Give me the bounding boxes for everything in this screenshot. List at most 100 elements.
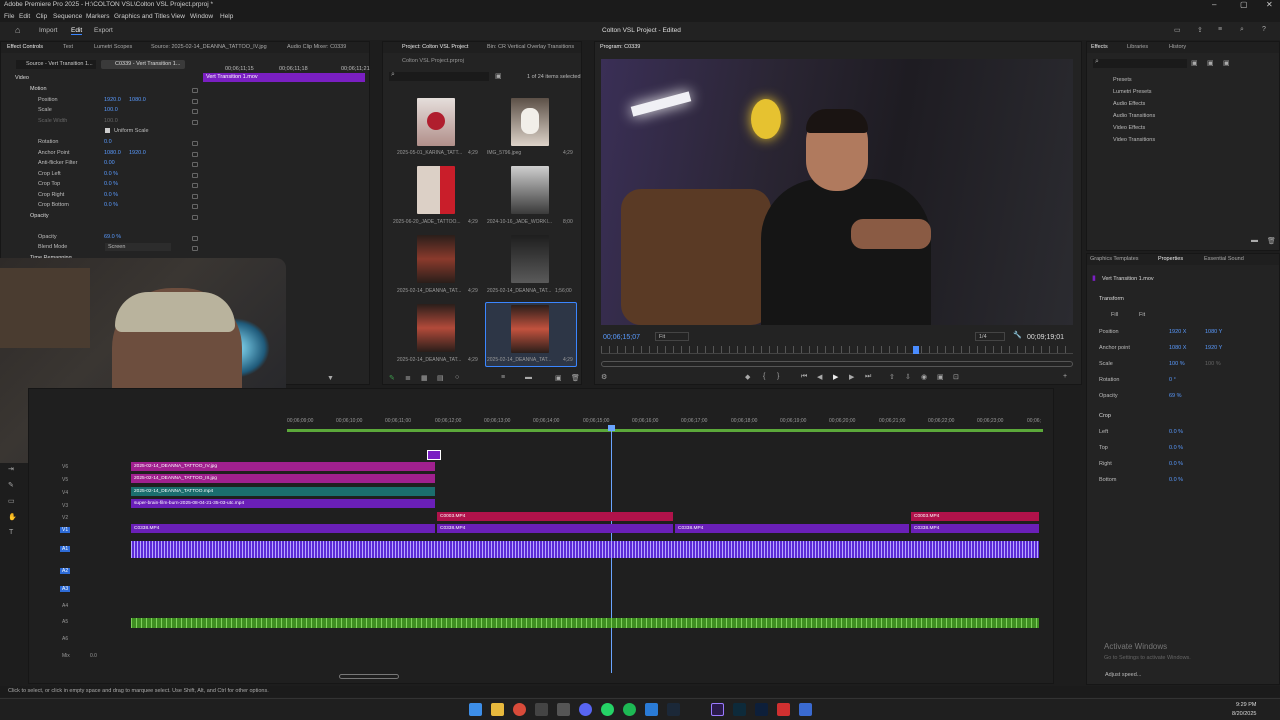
tab-graphics-templates[interactable]: Graphics Templates: [1090, 256, 1139, 262]
spotify-icon[interactable]: [623, 703, 636, 716]
reset-icon[interactable]: [192, 246, 198, 251]
search-icon[interactable]: ⌕: [1240, 26, 1244, 34]
maximize-icon[interactable]: ▢: [1240, 0, 1248, 9]
tab-lumetri-scopes[interactable]: Lumetri Scopes: [94, 44, 132, 50]
program-timecode[interactable]: 00;06;15;07: [603, 334, 640, 341]
program-video[interactable]: [601, 59, 1073, 325]
prop-anchor-y[interactable]: 1920 Y: [1205, 345, 1222, 351]
audio-clip-a5[interactable]: [131, 618, 1039, 628]
fx-rotation-value[interactable]: 0.0: [104, 139, 112, 145]
timeline-playhead-handle[interactable]: [608, 425, 615, 431]
home-icon[interactable]: ⌂: [15, 25, 20, 35]
effects-audio-effects[interactable]: Audio Effects: [1113, 101, 1145, 107]
close-icon[interactable]: ✕: [1266, 0, 1273, 9]
tab-effect-controls[interactable]: Effect Controls: [7, 44, 43, 50]
crop-header[interactable]: Crop: [1099, 413, 1111, 419]
clip-v6[interactable]: 2025-02-14_DEANNA_TATTOO_IV.jpg: [131, 462, 435, 471]
program-playhead[interactable]: [913, 346, 919, 354]
fullscreen-icon[interactable]: ▭: [1174, 26, 1181, 34]
item-name[interactable]: 2025-02-14_DEANNA_TAT...: [487, 288, 551, 294]
accelerated-icon[interactable]: ▣: [1191, 59, 1198, 67]
prop-opacity-value[interactable]: 69 %: [1169, 393, 1182, 399]
app-icon[interactable]: [777, 703, 790, 716]
program-ruler[interactable]: [601, 346, 1073, 354]
clip-v4[interactable]: 2025-02-14_DEANNA_TATTOO.mp4: [131, 487, 435, 496]
blend-mode-dropdown[interactable]: Screen: [105, 243, 171, 251]
settings-icon[interactable]: ⚙: [601, 373, 607, 381]
reset-icon[interactable]: [192, 109, 198, 114]
clip-v3[interactable]: super-brain-film-burn-2025-08-04-21-35-0…: [131, 499, 435, 508]
reset-icon[interactable]: [192, 173, 198, 178]
thumbnail[interactable]: [511, 98, 549, 146]
workspace-import[interactable]: Import: [39, 27, 57, 34]
icon-view-icon[interactable]: ▦: [421, 374, 428, 382]
fx-crop-top-value[interactable]: 0.0 %: [104, 181, 118, 187]
freeform-view-icon[interactable]: ▤: [437, 374, 444, 382]
reset-icon[interactable]: [192, 88, 198, 93]
clip-v1-c[interactable]: C0338.MP4: [675, 524, 909, 533]
trash-icon[interactable]: 🗑: [1267, 237, 1276, 245]
reset-icon[interactable]: [192, 152, 198, 157]
work-area-bar[interactable]: [287, 429, 1043, 432]
fx-scale-value[interactable]: 100.0: [104, 107, 118, 113]
go-to-out-icon[interactable]: ⏭: [865, 373, 871, 381]
fx-position-y[interactable]: 1080.0: [129, 97, 146, 103]
folder-icon[interactable]: ▬: [525, 374, 532, 381]
type-tool-icon[interactable]: T: [9, 529, 13, 536]
taskbar-date[interactable]: 8/20/2025: [1232, 711, 1256, 717]
lift-icon[interactable]: ⇧: [889, 373, 895, 381]
fill-button[interactable]: Fill: [1111, 312, 1118, 318]
track-v1[interactable]: V1: [60, 527, 71, 533]
menu-edit[interactable]: Edit: [19, 13, 30, 20]
premiere-icon[interactable]: [711, 703, 724, 716]
share-icon[interactable]: ⇪: [1197, 26, 1203, 34]
app-icon[interactable]: [535, 703, 548, 716]
fx-crop-left-value[interactable]: 0.0 %: [104, 171, 118, 177]
item-name[interactable]: 2025-02-14_DEANNA_TAT...: [397, 288, 461, 294]
item-name[interactable]: 2025-05-01_KARINA_TATT...: [397, 150, 462, 156]
effects-video-transitions[interactable]: Video Transitions: [1113, 137, 1155, 143]
wrench-icon[interactable]: 🔧: [1013, 331, 1022, 339]
menu-sequence[interactable]: Sequence: [53, 13, 82, 20]
prop-scale-value[interactable]: 100 %: [1169, 361, 1185, 367]
step-back-icon[interactable]: ◀: [817, 373, 822, 381]
photoshop-icon[interactable]: [755, 703, 768, 716]
play-icon[interactable]: ▶: [833, 373, 838, 381]
thumbnail[interactable]: [417, 166, 455, 214]
mark-out-icon[interactable]: }: [777, 373, 779, 380]
whatsapp-icon[interactable]: [601, 703, 614, 716]
thumbnail[interactable]: [511, 235, 549, 283]
program-scrollbar[interactable]: [601, 361, 1073, 367]
mix-value[interactable]: 0.0: [90, 653, 97, 659]
project-search-input[interactable]: ⌕: [389, 71, 489, 81]
item-name[interactable]: 2025-02-14_DEANNA_TAT...: [397, 357, 461, 363]
prop-position-y[interactable]: 1080 Y: [1205, 329, 1222, 335]
steam-icon[interactable]: [667, 703, 680, 716]
taskbar-time[interactable]: 9:29 PM: [1236, 702, 1256, 708]
track-a1[interactable]: A1: [60, 546, 71, 552]
audio-clip-a1[interactable]: [131, 541, 1039, 558]
menu-clip[interactable]: Clip: [36, 13, 47, 20]
chrome-icon[interactable]: [513, 703, 526, 716]
reset-icon[interactable]: [192, 204, 198, 209]
tab-properties[interactable]: Properties: [1158, 256, 1183, 262]
menu-file[interactable]: File: [4, 13, 14, 20]
add-marker-icon[interactable]: ◆: [745, 373, 750, 381]
fx-opacity-value[interactable]: 69.0 %: [104, 234, 121, 240]
tab-effects[interactable]: Effects: [1091, 44, 1108, 50]
new-bin-icon[interactable]: ▣: [495, 72, 502, 80]
fx-opacity-group[interactable]: Opacity: [30, 213, 49, 219]
32bit-icon[interactable]: ▣: [1207, 59, 1214, 67]
menu-markers[interactable]: Markers: [86, 13, 109, 20]
reset-icon[interactable]: [192, 162, 198, 167]
tab-libraries[interactable]: Libraries: [1127, 44, 1148, 50]
effects-search-input[interactable]: ⌕: [1093, 58, 1187, 68]
thumbnail[interactable]: [417, 98, 455, 146]
timeline-h-scrollbar[interactable]: [339, 674, 399, 679]
yuv-icon[interactable]: ▣: [1223, 59, 1230, 67]
fx-anchor-x[interactable]: 1080.0: [104, 150, 121, 156]
effects-lumetri-presets[interactable]: Lumetri Presets: [1113, 89, 1152, 95]
thumbnail[interactable]: [417, 304, 455, 352]
ec-clip-bar[interactable]: Vert Transition 1.mov: [203, 73, 365, 82]
add-button-icon[interactable]: +: [1063, 373, 1067, 380]
